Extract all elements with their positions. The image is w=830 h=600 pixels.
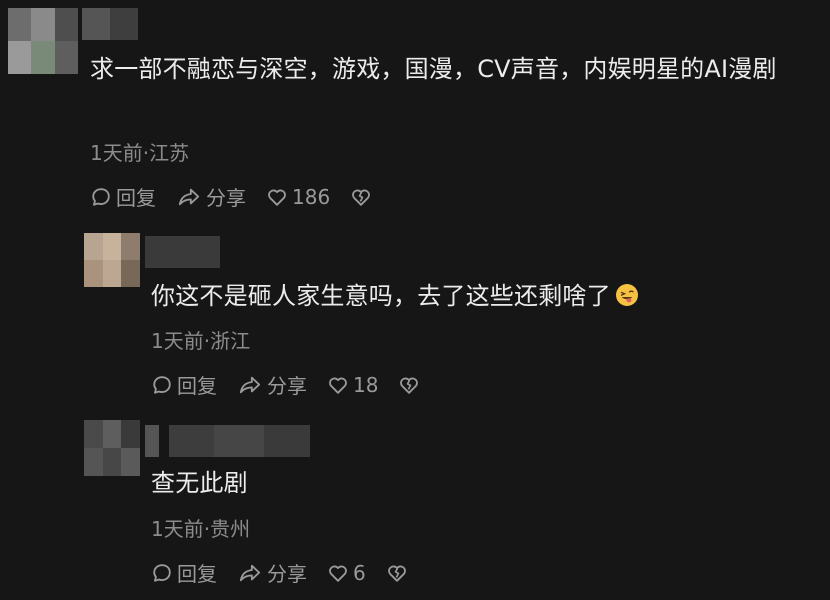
comment-text: 查无此剧	[151, 469, 248, 497]
comment-actions: 回复 分享 6	[151, 558, 428, 587]
username[interactable]	[145, 425, 310, 457]
grinning-tongue-emoji	[615, 284, 638, 306]
comment-meta: 1天前·浙江	[151, 329, 251, 353]
like-button[interactable]: 186	[266, 185, 330, 209]
comment-meta: 1天前·江苏	[90, 141, 190, 165]
comment-bubble-icon	[90, 186, 112, 208]
comment-bubble-icon	[151, 562, 173, 584]
reply-label: 回复	[177, 562, 217, 586]
share-label: 分享	[267, 374, 307, 398]
comment-actions: 回复 分享 186	[90, 182, 392, 211]
dislike-button[interactable]	[398, 374, 420, 396]
share-label: 分享	[206, 186, 246, 210]
like-count: 6	[353, 560, 366, 585]
reply-button[interactable]: 回复	[151, 370, 217, 399]
comment-text: 你这不是砸人家生意吗，去了这些还剩啥了	[151, 275, 811, 317]
reply-label: 回复	[177, 374, 217, 398]
comment-text: 求一部不融恋与深空，游戏，国漫，CV声音，内娱明星的AI漫剧	[90, 55, 777, 83]
comment-bubble-icon	[151, 374, 173, 396]
reply-label: 回复	[116, 186, 156, 210]
broken-heart-icon	[350, 186, 372, 208]
like-button[interactable]: 6	[327, 561, 366, 585]
broken-heart-icon	[386, 562, 408, 584]
like-count: 186	[292, 184, 331, 209]
share-arrow-icon	[176, 186, 202, 208]
dislike-button[interactable]	[350, 186, 372, 208]
share-button[interactable]: 分享	[237, 370, 307, 399]
heart-outline-icon	[327, 374, 349, 396]
heart-outline-icon	[266, 186, 288, 208]
heart-outline-icon	[327, 562, 349, 584]
avatar[interactable]	[84, 233, 140, 287]
like-count: 18	[353, 372, 379, 397]
username[interactable]	[82, 8, 138, 40]
username[interactable]	[145, 236, 220, 268]
comment-meta: 1天前·贵州	[151, 517, 251, 541]
dislike-button[interactable]	[386, 562, 408, 584]
comment-actions: 回复 分享 18	[151, 370, 440, 399]
share-button[interactable]: 分享	[176, 182, 246, 211]
reply-button[interactable]: 回复	[90, 182, 156, 211]
like-button[interactable]: 18	[327, 373, 378, 397]
share-arrow-icon	[237, 374, 263, 396]
share-arrow-icon	[237, 562, 263, 584]
broken-heart-icon	[398, 374, 420, 396]
share-button[interactable]: 分享	[237, 558, 307, 587]
share-label: 分享	[267, 562, 307, 586]
avatar[interactable]	[84, 420, 140, 476]
reply-button[interactable]: 回复	[151, 558, 217, 587]
avatar[interactable]	[8, 8, 78, 74]
